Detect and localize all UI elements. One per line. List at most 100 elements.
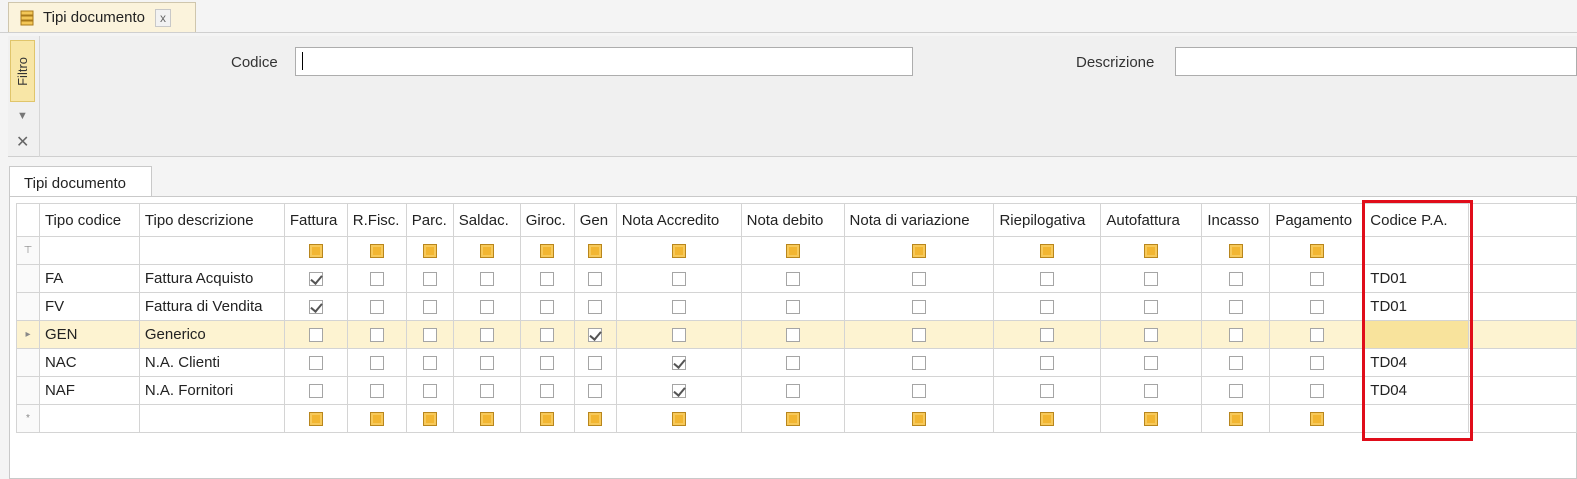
checkbox[interactable] bbox=[671, 328, 686, 343]
indeterminate-checkbox[interactable] bbox=[588, 412, 603, 427]
descrizione-input[interactable] bbox=[1175, 47, 1577, 76]
checkbox[interactable] bbox=[912, 272, 926, 287]
checkbox[interactable] bbox=[785, 328, 800, 343]
checkbox[interactable] bbox=[540, 384, 555, 399]
tipo-descrizione-cell[interactable]: Fattura di Vendita bbox=[138, 292, 285, 321]
column-header[interactable]: Saldac. bbox=[452, 203, 521, 237]
checkbox[interactable] bbox=[369, 384, 384, 399]
checkbox[interactable] bbox=[1228, 356, 1243, 371]
tipo-descrizione-cell[interactable]: N.A. Fornitori bbox=[138, 376, 285, 405]
indeterminate-checkbox[interactable] bbox=[1228, 412, 1243, 427]
checkbox[interactable] bbox=[1040, 300, 1055, 315]
row-pointer-icon[interactable]: ▸ bbox=[16, 320, 40, 349]
codice-pa-cell[interactable]: TD01 bbox=[1364, 264, 1470, 293]
checkbox[interactable] bbox=[1144, 300, 1159, 315]
row-indicator[interactable] bbox=[16, 376, 40, 405]
indeterminate-checkbox[interactable] bbox=[422, 244, 437, 259]
checkbox[interactable] bbox=[785, 272, 800, 287]
filter-row[interactable]: ⊤ bbox=[16, 236, 1577, 265]
tipo-descrizione-cell[interactable]: N.A. Clienti bbox=[138, 348, 285, 377]
checkbox[interactable] bbox=[588, 272, 603, 287]
codice-pa-cell[interactable]: TD04 bbox=[1364, 376, 1470, 405]
grid-cell[interactable] bbox=[138, 404, 285, 433]
indeterminate-checkbox[interactable] bbox=[912, 412, 926, 427]
indeterminate-checkbox[interactable] bbox=[671, 244, 686, 259]
close-icon[interactable]: ✕ bbox=[16, 132, 29, 152]
checkbox[interactable] bbox=[308, 272, 323, 287]
checkbox[interactable] bbox=[479, 384, 494, 399]
tipo-codice-cell[interactable]: GEN bbox=[38, 320, 140, 349]
checkbox[interactable] bbox=[308, 384, 323, 399]
checkbox[interactable] bbox=[588, 356, 603, 371]
column-header[interactable]: Parc. bbox=[405, 203, 454, 237]
codice-pa-cell[interactable]: TD04 bbox=[1364, 348, 1470, 377]
tipo-codice-cell[interactable]: FA bbox=[38, 264, 140, 293]
checkbox[interactable] bbox=[588, 300, 603, 315]
checkbox[interactable] bbox=[422, 356, 437, 371]
checkbox[interactable] bbox=[369, 356, 384, 371]
checkbox[interactable] bbox=[308, 356, 323, 371]
column-header[interactable]: Autofattura bbox=[1100, 203, 1203, 237]
checkbox[interactable] bbox=[671, 384, 686, 399]
grid-cell[interactable] bbox=[1364, 404, 1470, 433]
checkbox[interactable] bbox=[422, 384, 437, 399]
row-indicator[interactable] bbox=[16, 348, 40, 377]
checkbox[interactable] bbox=[1228, 272, 1243, 287]
checkbox[interactable] bbox=[912, 328, 926, 343]
indeterminate-checkbox[interactable] bbox=[369, 412, 384, 427]
tipo-descrizione-cell[interactable]: Fattura Acquisto bbox=[138, 264, 285, 293]
checkbox[interactable] bbox=[1310, 356, 1325, 371]
codice-input[interactable] bbox=[295, 47, 913, 76]
indeterminate-checkbox[interactable] bbox=[1040, 244, 1055, 259]
indeterminate-checkbox[interactable] bbox=[369, 244, 384, 259]
checkbox[interactable] bbox=[1228, 300, 1243, 315]
checkbox[interactable] bbox=[785, 384, 800, 399]
column-header[interactable]: Tipo codice bbox=[38, 203, 140, 237]
indeterminate-checkbox[interactable] bbox=[422, 412, 437, 427]
checkbox[interactable] bbox=[540, 356, 555, 371]
filter-side-tab[interactable]: Filtro bbox=[10, 40, 35, 102]
column-header[interactable]: Incasso bbox=[1201, 203, 1271, 237]
chevron-down-icon[interactable]: ▼ bbox=[17, 110, 28, 122]
checkbox[interactable] bbox=[369, 328, 384, 343]
checkbox[interactable] bbox=[1310, 272, 1325, 287]
checkbox[interactable] bbox=[588, 328, 603, 343]
column-header[interactable]: Pagamento bbox=[1269, 203, 1366, 237]
table-row[interactable]: FV Fattura di Vendita TD01 bbox=[16, 292, 1577, 321]
checkbox[interactable] bbox=[1144, 272, 1159, 287]
column-header[interactable]: Gen bbox=[573, 203, 617, 237]
indeterminate-checkbox[interactable] bbox=[540, 244, 555, 259]
indeterminate-checkbox[interactable] bbox=[912, 244, 926, 259]
checkbox[interactable] bbox=[369, 300, 384, 315]
row-indicator[interactable] bbox=[16, 264, 40, 293]
table-row[interactable]: NAC N.A. Clienti TD04 bbox=[16, 348, 1577, 377]
column-header[interactable]: Codice P.A. bbox=[1364, 203, 1470, 237]
tipo-codice-cell[interactable]: NAF bbox=[38, 376, 140, 405]
grid-cell[interactable] bbox=[138, 236, 285, 265]
column-header[interactable]: R.Fisc. bbox=[346, 203, 407, 237]
grid-cell[interactable] bbox=[38, 404, 140, 433]
checkbox[interactable] bbox=[671, 300, 686, 315]
indeterminate-checkbox[interactable] bbox=[1310, 244, 1325, 259]
checkbox[interactable] bbox=[1228, 384, 1243, 399]
table-row[interactable]: FA Fattura Acquisto TD01 bbox=[16, 264, 1577, 293]
indeterminate-checkbox[interactable] bbox=[1228, 244, 1243, 259]
checkbox[interactable] bbox=[479, 356, 494, 371]
column-header[interactable]: Tipo descrizione bbox=[138, 203, 285, 237]
document-tab[interactable]: Tipi documento x bbox=[8, 2, 196, 32]
indeterminate-checkbox[interactable] bbox=[308, 244, 323, 259]
close-tab-button[interactable]: x bbox=[155, 8, 171, 27]
checkbox[interactable] bbox=[1228, 328, 1243, 343]
indeterminate-checkbox[interactable] bbox=[540, 412, 555, 427]
checkbox[interactable] bbox=[422, 300, 437, 315]
column-header[interactable]: Nota Accredito bbox=[615, 203, 742, 237]
checkbox[interactable] bbox=[1144, 356, 1159, 371]
column-header[interactable]: Nota debito bbox=[740, 203, 845, 237]
column-header[interactable]: Fattura bbox=[283, 203, 348, 237]
checkbox[interactable] bbox=[479, 272, 494, 287]
grid-cell[interactable] bbox=[38, 236, 140, 265]
tipo-descrizione-cell[interactable]: Generico bbox=[138, 320, 285, 349]
checkbox[interactable] bbox=[588, 384, 603, 399]
checkbox[interactable] bbox=[540, 328, 555, 343]
checkbox[interactable] bbox=[1144, 328, 1159, 343]
